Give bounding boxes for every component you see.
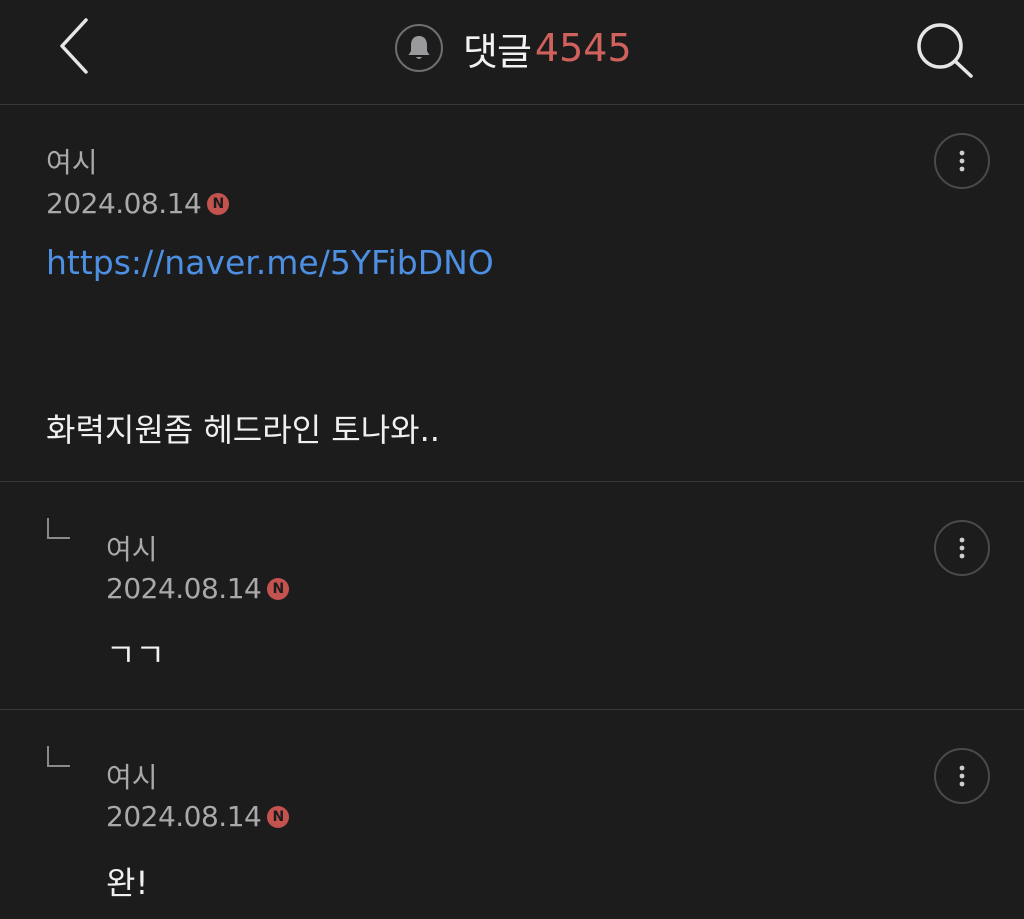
comment-link[interactable]: https://naver.me/5YFibDNO [46, 243, 494, 282]
comment-count: 4545 [534, 26, 632, 70]
comment-text: 화력지원좀 헤드라인 토나와.. [46, 411, 440, 449]
header-title-group: 댓글 4545 [395, 22, 632, 74]
comment-author: 여시 [106, 533, 158, 566]
comment-meta: 2024.08.14 N [106, 572, 290, 605]
comment-more-button[interactable] [934, 520, 990, 576]
chevron-left-icon [60, 18, 88, 74]
search-button[interactable] [910, 16, 980, 86]
comment-date: 2024.08.14 [106, 800, 262, 833]
more-vertical-icon [959, 150, 965, 172]
comment-author: 여시 [106, 761, 158, 794]
new-badge: N [267, 577, 290, 600]
comment-meta: 2024.08.14 N [46, 187, 230, 220]
new-badge: N [207, 192, 230, 215]
comment-date: 2024.08.14 [106, 572, 262, 605]
top-bar: 댓글 4545 [0, 0, 1024, 105]
reply-item: 여시 2024.08.14 N 완! [0, 710, 1024, 919]
comment-text: ㄱㄱ [106, 636, 165, 674]
comment-more-button[interactable] [934, 748, 990, 804]
comment-meta: 2024.08.14 N [106, 800, 290, 833]
more-vertical-icon [959, 765, 965, 787]
reply-item: 여시 2024.08.14 N ㄱㄱ [0, 482, 1024, 709]
comment-item: 여시 2024.08.14 N https://naver.me/5YFibDN… [0, 105, 1024, 481]
more-vertical-icon [959, 537, 965, 559]
comment-text: 완! [106, 864, 149, 902]
comment-date: 2024.08.14 [46, 187, 202, 220]
page-title: 댓글 [463, 29, 532, 74]
reply-arrow-icon [47, 746, 70, 767]
back-button[interactable] [50, 14, 100, 78]
reply-arrow-icon [47, 518, 70, 539]
comment-author: 여시 [46, 146, 98, 179]
notification-bell-button[interactable] [395, 24, 443, 72]
comment-more-button[interactable] [934, 133, 990, 189]
bell-icon [408, 36, 430, 59]
search-icon [917, 23, 973, 78]
new-badge: N [267, 805, 290, 828]
